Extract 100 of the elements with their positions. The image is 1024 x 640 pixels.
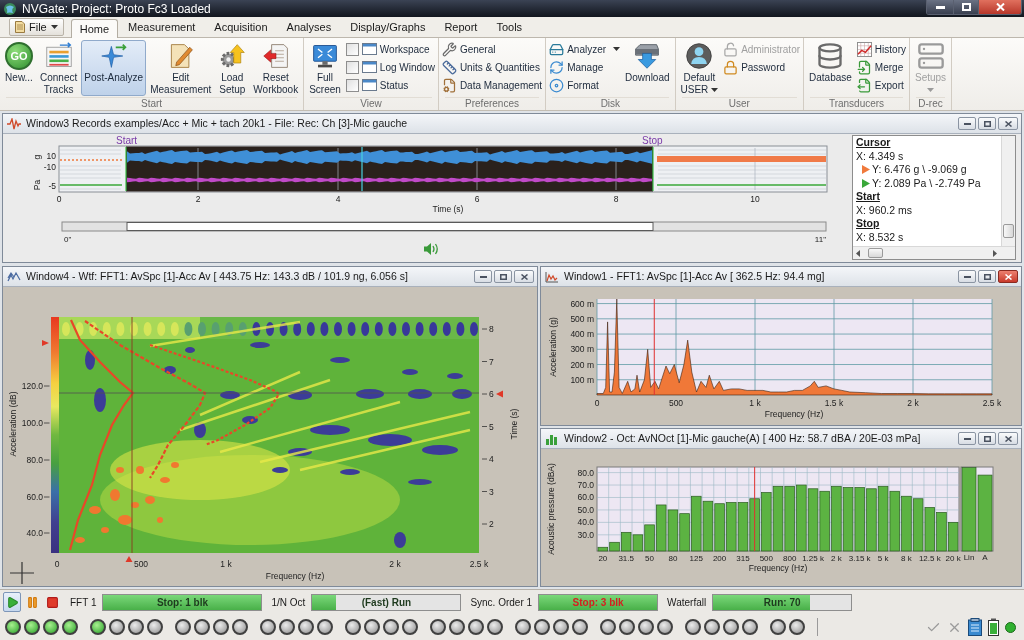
checkbox[interactable] (345, 78, 359, 92)
axis-tick-label: 8 (613, 194, 619, 204)
horizontal-scrollbar[interactable] (853, 246, 1015, 259)
close-icon (1004, 435, 1012, 442)
tab[interactable]: Report (435, 18, 487, 37)
axis-tick-label: 125 (689, 554, 703, 563)
axis-tick-label: 120.0 (21, 381, 43, 391)
minimize-button[interactable] (927, 0, 953, 14)
ribbon-button[interactable]: Manage (548, 58, 622, 76)
axis-title: Time (s) (509, 408, 519, 440)
axis-title: Pa (32, 179, 42, 191)
octave-band-bar (947, 522, 959, 552)
readout-value: Y: 6.476 g \ -9.069 g (872, 163, 967, 177)
ribbon-button[interactable]: Connect Tracks (37, 40, 81, 96)
close-button[interactable] (998, 117, 1018, 130)
axis-title: g (32, 154, 42, 160)
tab[interactable]: Acquisition (205, 18, 277, 37)
ribbon-button[interactable]: Units & Quantities (440, 58, 544, 76)
maximize-button[interactable] (494, 270, 512, 283)
axis-tick-label: Lin (963, 553, 975, 562)
group-label: View (310, 97, 432, 110)
tab[interactable]: Tools (487, 18, 532, 37)
marker-label: Stop (642, 135, 663, 146)
ribbon-button[interactable]: Database (806, 40, 855, 96)
ribbon-button[interactable]: Password (722, 58, 802, 76)
progress-label: Stop: 1 blk (156, 595, 209, 610)
scrollbar-thumb[interactable] (1003, 224, 1014, 238)
axis-tick-label: 4 (489, 454, 494, 464)
minimize-button[interactable] (958, 117, 976, 130)
ribbon-button[interactable]: Merge (855, 58, 907, 76)
ribbon-button[interactable]: Data Management (440, 76, 544, 94)
tab[interactable]: Analyses (277, 18, 341, 37)
ribbon-button[interactable]: General (440, 40, 544, 58)
ribbon-button[interactable]: Export (855, 76, 907, 94)
axis-tick-label: 3.15 k (848, 554, 871, 563)
ribbon-button[interactable]: Default USER (677, 40, 722, 96)
minimize-icon (479, 275, 487, 278)
analysis-label: Waterfall (667, 595, 707, 610)
window-title: Window3 Records examples/Acc + Mic + tach 20k1 - File: Rec: Ch [3]-Mic gauche (26, 115, 408, 131)
tab[interactable]: Measurement (119, 18, 205, 37)
window-title: Window2 - Oct: AvNOct [1]-Mic gauche(A) [ 400 Hz: 58.7 dBA / 20E-03 mPa] (564, 430, 921, 446)
ribbon-button[interactable]: Download (622, 40, 673, 96)
maximize-icon (983, 435, 991, 442)
vertical-scrollbar[interactable] (1001, 136, 1015, 246)
close-icon (520, 273, 528, 280)
crosshair-icon (9, 561, 35, 585)
readout-heading: Stop (856, 217, 881, 231)
file-menu-button[interactable]: File (9, 18, 64, 36)
axis-tick-label: 40.0 (26, 528, 43, 538)
play-button[interactable] (3, 592, 21, 612)
axis-tick-label: 60.0 (577, 492, 594, 503)
tab[interactable]: Display/Graphs (341, 18, 435, 37)
drive-download-icon (633, 42, 662, 70)
maximize-icon (983, 120, 991, 127)
ribbon-button[interactable]: Full Screen (306, 40, 344, 96)
checkbox[interactable] (345, 42, 359, 56)
close-button[interactable] (978, 0, 1021, 14)
axis-tick-label: 600 m (570, 298, 594, 309)
ribbon-button[interactable]: Edit Measurement (147, 40, 215, 96)
octave-band-bar (819, 490, 830, 552)
axis-tick-label: -10 (43, 162, 56, 172)
checkbox[interactable] (345, 60, 359, 74)
speaker-icon[interactable] (424, 243, 438, 255)
pause-icon (25, 595, 39, 609)
ribbon-button[interactable]: Load Setup (215, 40, 250, 96)
axis-title: Frequency (Hz) (748, 563, 808, 573)
axis-tick-label: 800 (783, 554, 797, 563)
octave-band-bar (784, 485, 795, 552)
maximize-button[interactable] (978, 270, 996, 283)
minimize-button[interactable] (474, 270, 492, 283)
ribbon-button[interactable]: Post-Analyze (81, 40, 147, 96)
checkbox-label[interactable]: Workspace (379, 41, 430, 57)
waveform-icon (7, 117, 21, 130)
axis-tick-label: 2 k (831, 554, 842, 563)
gear-arrow-icon (218, 42, 247, 70)
tracks-icon (44, 42, 73, 70)
minimize-button[interactable] (958, 270, 976, 283)
ribbon-button[interactable]: Format (548, 76, 622, 94)
octave-band-bar (831, 485, 842, 552)
checkbox-label[interactable]: Status (379, 77, 409, 93)
ribbon-button[interactable]: Analyzer (548, 40, 622, 58)
axis-tick-label: 40.0 (577, 517, 594, 528)
ribbon-button[interactable]: History (855, 40, 907, 58)
close-button[interactable] (998, 432, 1018, 445)
checkbox-label[interactable]: Log Window (379, 59, 435, 75)
minimize-button[interactable] (958, 432, 976, 445)
scrollbar-thumb[interactable] (868, 248, 883, 258)
axis-title: Frequency (Hz) (265, 571, 325, 581)
ribbon-button[interactable]: GO New... (2, 40, 36, 96)
ribbon-button[interactable]: Reset Workbook (250, 40, 302, 96)
close-button[interactable] (514, 270, 534, 283)
group-label: Start (6, 97, 298, 110)
tab[interactable]: Home (70, 19, 119, 38)
time-scrollbar[interactable] (61, 221, 827, 232)
octave-band-bar (749, 498, 760, 552)
maximize-button[interactable] (953, 0, 978, 14)
axis-tick-label: 1 k (220, 559, 232, 569)
maximize-button[interactable] (978, 117, 996, 130)
maximize-button[interactable] (978, 432, 996, 445)
close-button[interactable] (998, 270, 1018, 283)
